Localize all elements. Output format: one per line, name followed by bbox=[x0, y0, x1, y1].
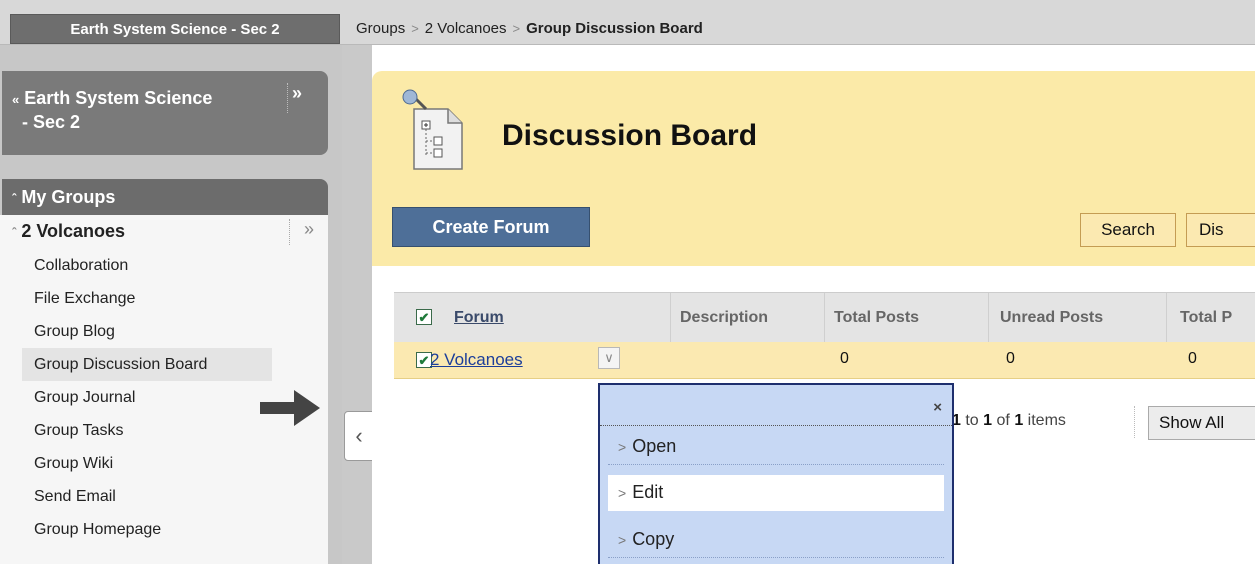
unread-posts-cell: 0 bbox=[1006, 350, 1015, 367]
menu-item-edit[interactable]: > Edit bbox=[608, 475, 944, 511]
column-divider bbox=[824, 293, 825, 343]
menu-item-collaboration[interactable]: Collaboration bbox=[0, 249, 328, 282]
context-menu: × > Open > Edit > Copy bbox=[598, 383, 954, 564]
show-all-button[interactable]: Show All bbox=[1148, 406, 1255, 440]
my-groups-title: ˆ My Groups bbox=[12, 187, 116, 207]
course-panel[interactable]: « Earth System Science - Sec 2 » bbox=[2, 71, 328, 155]
breadcrumb-separator-icon: > bbox=[512, 20, 521, 36]
total-p-cell: 0 bbox=[1188, 350, 1197, 367]
course-tab[interactable]: Earth System Science - Sec 2 bbox=[10, 14, 340, 44]
collapse-up-icon: ˆ bbox=[12, 191, 17, 206]
close-icon[interactable]: × bbox=[933, 399, 942, 416]
pager-text: 1 to 1 of 1 items bbox=[952, 412, 1066, 429]
menu-item-group-blog[interactable]: Group Blog bbox=[0, 315, 328, 348]
forum-link[interactable]: 2 Volcanoes bbox=[430, 350, 523, 370]
context-menu-header: × bbox=[600, 385, 952, 426]
breadcrumb-current: Group Discussion Board bbox=[526, 19, 703, 37]
menu-item-open[interactable]: > Open bbox=[608, 429, 944, 465]
breadcrumb-group[interactable]: 2 Volcanoes bbox=[425, 20, 507, 37]
expand-double-chevron-icon[interactable]: » bbox=[292, 83, 302, 104]
course-title-line1: Earth System Science bbox=[24, 88, 213, 108]
row-menu-chevron-icon[interactable]: ∨ bbox=[598, 347, 620, 369]
my-groups-header[interactable]: ˆ My Groups bbox=[2, 179, 328, 215]
display-button[interactable]: Dis bbox=[1186, 213, 1255, 247]
divider bbox=[289, 219, 290, 245]
breadcrumb-groups[interactable]: Groups bbox=[356, 20, 405, 37]
chevron-right-icon: > bbox=[618, 438, 627, 455]
menu-item-group-homepage[interactable]: Group Homepage bbox=[0, 513, 328, 546]
menu-item-group-discussion-board[interactable]: Group Discussion Board bbox=[22, 348, 272, 381]
expand-double-chevron-icon[interactable]: » bbox=[304, 219, 314, 240]
discussion-board-icon bbox=[402, 89, 463, 170]
table-row: ✔ 2 Volcanoes ∨ 0 0 0 bbox=[394, 342, 1255, 379]
top-bar: Earth System Science - Sec 2 Groups > 2 … bbox=[0, 0, 1255, 45]
course-title[interactable]: « Earth System Science - Sec 2 bbox=[12, 87, 282, 134]
breadcrumb-separator-icon: > bbox=[411, 20, 419, 36]
table-header: ✔ Forum Description Total Posts Unread P… bbox=[394, 292, 1255, 343]
menu-item-file-exchange[interactable]: File Exchange bbox=[0, 282, 328, 315]
create-forum-button[interactable]: Create Forum bbox=[392, 207, 590, 247]
group-name[interactable]: ˆ 2 Volcanoes bbox=[12, 221, 125, 242]
collapse-menu-button[interactable]: ‹ bbox=[344, 411, 374, 461]
chevron-right-icon: > bbox=[618, 484, 627, 501]
chevron-left-icon: ‹ bbox=[355, 423, 363, 448]
select-all-checkbox[interactable]: ✔ bbox=[416, 309, 432, 325]
column-header-total-posts[interactable]: Total Posts bbox=[834, 309, 919, 327]
divider bbox=[287, 83, 288, 113]
pointer-arrow-icon bbox=[260, 390, 320, 426]
column-divider bbox=[988, 293, 989, 343]
column-header-total-p[interactable]: Total P bbox=[1180, 309, 1232, 327]
collapse-chevron-icon: « bbox=[12, 92, 20, 107]
column-header-forum[interactable]: Forum bbox=[454, 309, 504, 327]
chevron-right-icon: > bbox=[618, 531, 627, 548]
menu-item-send-email[interactable]: Send Email bbox=[0, 480, 328, 513]
course-title-line2: - Sec 2 bbox=[22, 112, 81, 132]
total-posts-cell: 0 bbox=[840, 350, 849, 367]
column-header-unread-posts[interactable]: Unread Posts bbox=[1000, 309, 1103, 327]
menu-item-group-wiki[interactable]: Group Wiki bbox=[0, 447, 328, 480]
column-header-description[interactable]: Description bbox=[680, 309, 768, 327]
divider bbox=[1134, 406, 1135, 438]
column-divider bbox=[670, 293, 671, 343]
menu-item-copy[interactable]: > Copy bbox=[608, 522, 944, 558]
page-header: Discussion Board Create Forum Search Dis bbox=[372, 71, 1255, 266]
column-divider bbox=[1166, 293, 1167, 343]
group-header[interactable]: ˆ 2 Volcanoes » bbox=[0, 215, 328, 249]
course-menu: « Earth System Science - Sec 2 » ˆ My Gr… bbox=[0, 45, 342, 564]
collapse-up-icon: ˆ bbox=[12, 225, 17, 240]
page-title: Discussion Board bbox=[502, 119, 758, 152]
breadcrumb: Groups > 2 Volcanoes > Group Discussion … bbox=[356, 14, 703, 42]
search-button[interactable]: Search bbox=[1080, 213, 1176, 247]
